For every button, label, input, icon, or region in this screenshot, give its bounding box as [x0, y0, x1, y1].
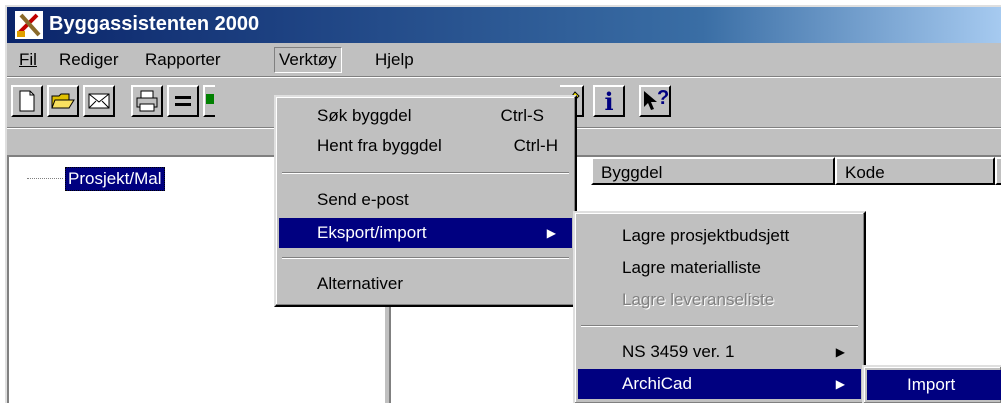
menu-item-archicad[interactable]: ArchiCad ▶	[578, 369, 861, 399]
menu-separator	[282, 257, 569, 259]
menu-item-lagre-materialliste[interactable]: Lagre materialliste	[578, 253, 861, 283]
menu-rapporter[interactable]: Rapporter	[141, 48, 225, 72]
app-logo-icon	[15, 11, 43, 39]
menu-bar: Fil Rediger Rapporter Verktøy Hjelp	[7, 45, 1001, 75]
equals-button[interactable]	[167, 85, 199, 117]
title-bar[interactable]: Byggassistenten 2000	[7, 7, 1001, 43]
green-flag-icon	[206, 94, 214, 104]
column-header-byggdel[interactable]: Byggdel	[591, 157, 835, 185]
print-button[interactable]	[131, 85, 163, 117]
ns3459-label: NS 3459 ver. 1	[622, 342, 735, 361]
menu-fil-label: Fil	[19, 50, 37, 69]
submenu-arrow-icon: ▶	[835, 345, 845, 359]
menu-item-import[interactable]: Import	[867, 370, 1001, 400]
info-icon: i	[604, 86, 614, 116]
hent-fra-byggdel-shortcut: Ctrl-H	[513, 136, 558, 155]
tree-node-prosjekt[interactable]: Prosjekt/Mal	[65, 167, 165, 191]
open-folder-icon	[51, 93, 75, 109]
open-folder-button[interactable]	[47, 85, 79, 117]
column-header-kode[interactable]: Kode	[835, 157, 995, 185]
menu-item-alternativer[interactable]: Alternativer	[279, 269, 572, 299]
sok-byggdel-shortcut: Ctrl-S	[500, 106, 544, 125]
eksport-import-label: Eksport/import	[317, 223, 427, 242]
menu-item-sok-byggdel[interactable]: Søk byggdel Ctrl-S	[279, 101, 572, 131]
column-header-next[interactable]	[995, 157, 1001, 185]
tree-connector	[27, 178, 63, 179]
menu-verktoy[interactable]: Verktøy	[274, 47, 342, 73]
submenu-arrow-icon: ▶	[546, 226, 556, 240]
menu-separator	[282, 172, 569, 174]
submenu-arrow-icon: ▶	[835, 377, 845, 391]
menu-item-lagre-prosjektbudsjett[interactable]: Lagre prosjektbudsjett	[578, 221, 861, 251]
menu-rediger[interactable]: Rediger	[55, 48, 123, 72]
archicad-submenu: Import	[862, 365, 1001, 403]
menu-hjelp[interactable]: Hjelp	[371, 48, 418, 72]
window-title: Byggassistenten 2000	[49, 13, 260, 35]
verktoy-menu: Søk byggdel Ctrl-S Hent fra byggdel Ctrl…	[274, 95, 577, 307]
eksport-import-submenu: Lagre prosjektbudsjett Lagre materiallis…	[573, 211, 866, 403]
menu-item-ns3459[interactable]: NS 3459 ver. 1 ▶	[578, 337, 861, 367]
hent-fra-byggdel-label: Hent fra byggdel	[317, 136, 442, 155]
menu-item-eksport-import[interactable]: Eksport/import ▶	[279, 218, 572, 248]
menu-item-lagre-leveranseliste: Lagre leveranseliste	[622, 290, 775, 309]
new-file-icon	[19, 90, 35, 112]
archicad-label: ArchiCad	[622, 374, 692, 393]
sok-byggdel-label: Søk byggdel	[317, 106, 412, 125]
menu-item-hent-fra-byggdel[interactable]: Hent fra byggdel Ctrl-H	[279, 131, 572, 161]
flag-button[interactable]	[203, 85, 215, 117]
envelope-icon	[88, 93, 110, 109]
help-question-glyph: ?	[657, 87, 670, 109]
equals-icon	[175, 96, 191, 106]
printer-icon	[136, 90, 158, 112]
menu-separator	[581, 325, 858, 327]
new-file-button[interactable]	[11, 85, 43, 117]
email-button[interactable]	[83, 85, 115, 117]
context-help-button[interactable]: ?	[639, 85, 671, 117]
info-button[interactable]: i	[593, 85, 625, 117]
menu-item-send-epost[interactable]: Send e-post	[279, 185, 572, 215]
menubar-divider	[7, 76, 1001, 78]
menu-fil[interactable]: Fil	[15, 48, 41, 72]
